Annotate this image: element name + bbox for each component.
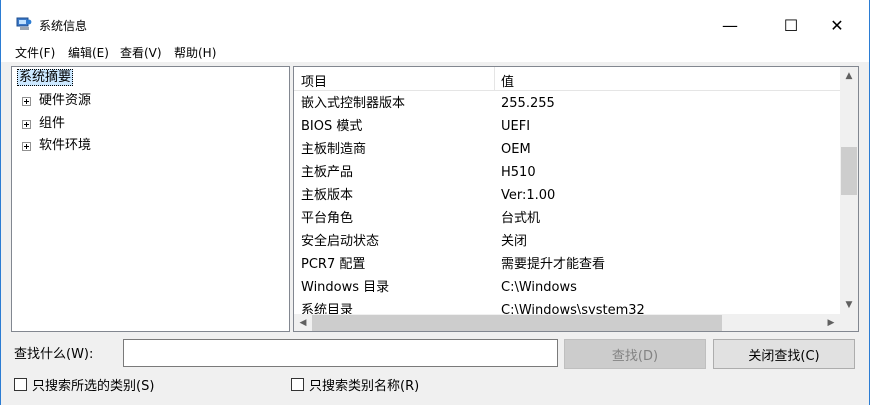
vertical-scroll-thumb[interactable]: [841, 147, 857, 195]
row-value: UEFI: [501, 119, 531, 134]
expand-icon[interactable]: [22, 97, 31, 106]
menu-file[interactable]: 文件(F): [15, 44, 55, 61]
search-selected-category-checkbox[interactable]: 只搜索所选的类别(S): [14, 375, 154, 394]
checkbox-label: 只搜索类别名称(R): [309, 379, 420, 394]
row-value: OEM: [501, 142, 531, 157]
tree-item-label: 软件环境: [39, 138, 92, 153]
find-input[interactable]: [123, 339, 558, 367]
table-row[interactable]: 主板制造商 OEM: [294, 138, 840, 161]
title-bar[interactable]: 系统信息 — ☐ ✕: [1, 0, 869, 40]
find-button[interactable]: 查找(D): [564, 339, 706, 369]
row-value: Ver:1.00: [501, 188, 556, 203]
vertical-scrollbar[interactable]: ▲ ▼: [840, 67, 858, 314]
row-item: PCR7 配置: [301, 257, 366, 272]
menu-help[interactable]: 帮助(H): [174, 44, 216, 61]
list-header: 项目 值: [294, 67, 840, 91]
minimize-icon: —: [722, 15, 738, 35]
row-item: BIOS 模式: [301, 119, 363, 134]
tree-item-label: 组件: [39, 116, 66, 131]
system-info-window: 系统信息 — ☐ ✕ 文件(F) 编辑(E) 查看(V) 帮助(H) 系统摘要 …: [0, 0, 870, 405]
checkbox-box[interactable]: [291, 378, 304, 391]
table-row[interactable]: Windows 目录 C:\Windows: [294, 276, 840, 299]
scrollbar-corner: [840, 314, 858, 331]
close-icon: ✕: [830, 15, 844, 35]
row-value: H510: [501, 165, 536, 180]
horizontal-scrollbar[interactable]: ◀ ▶: [294, 314, 840, 331]
row-value: 关闭: [501, 234, 528, 249]
tree-item-label: 硬件资源: [39, 93, 92, 108]
find-label: 查找什么(W):: [14, 347, 94, 362]
search-category-names-checkbox[interactable]: 只搜索类别名称(R): [291, 375, 419, 394]
row-value: 255.255: [501, 96, 555, 111]
table-row[interactable]: BIOS 模式 UEFI: [294, 115, 840, 138]
checkbox-box[interactable]: [14, 378, 27, 391]
maximize-icon: ☐: [783, 15, 799, 35]
tree-item-system-summary[interactable]: 系统摘要: [17, 68, 74, 88]
system-info-icon: [16, 17, 32, 30]
column-header-value[interactable]: 值: [501, 71, 514, 90]
checkbox-label: 只搜索所选的类别(S): [32, 379, 155, 394]
tree-item-label: 系统摘要: [17, 69, 74, 86]
maximize-button[interactable]: ☐: [768, 10, 814, 40]
row-item: 主板版本: [301, 188, 354, 203]
table-row[interactable]: 主板产品 H510: [294, 161, 840, 184]
scroll-right-icon[interactable]: ▶: [822, 314, 840, 331]
horizontal-scroll-thumb[interactable]: [312, 315, 722, 331]
expand-icon[interactable]: [22, 120, 31, 129]
expand-icon[interactable]: [22, 142, 31, 151]
window-title: 系统信息: [39, 19, 88, 33]
tree-item-components[interactable]: 组件: [12, 114, 212, 134]
tree-item-hardware[interactable]: 硬件资源: [12, 91, 212, 111]
table-row[interactable]: 平台角色 台式机: [294, 207, 840, 230]
scroll-down-icon[interactable]: ▼: [840, 296, 858, 314]
row-item: 安全启动状态: [301, 234, 380, 249]
row-item: 主板产品: [301, 165, 354, 180]
row-item: 嵌入式控制器版本: [301, 96, 406, 111]
scroll-up-icon[interactable]: ▲: [840, 67, 858, 85]
row-value: 需要提升才能查看: [501, 257, 606, 272]
table-row[interactable]: PCR7 配置 需要提升才能查看: [294, 253, 840, 276]
close-button[interactable]: ✕: [814, 10, 860, 40]
row-value: C:\Windows: [501, 280, 577, 295]
table-row[interactable]: 安全启动状态 关闭: [294, 230, 840, 253]
column-divider[interactable]: [494, 67, 495, 91]
details-list[interactable]: 项目 值 嵌入式控制器版本 255.255 BIOS 模式 UEFI 主板制造商 OE…: [293, 66, 859, 332]
row-value: 台式机: [501, 211, 541, 226]
table-row[interactable]: 主板版本 Ver:1.00: [294, 184, 840, 207]
row-item: Windows 目录: [301, 280, 390, 295]
minimize-button[interactable]: —: [707, 10, 753, 40]
category-tree[interactable]: 系统摘要 硬件资源 组件 软件环境: [11, 66, 290, 332]
menu-edit[interactable]: 编辑(E): [68, 44, 109, 61]
row-item: 平台角色: [301, 211, 354, 226]
column-header-item[interactable]: 项目: [301, 71, 327, 90]
row-item: 主板制造商: [301, 142, 367, 157]
menu-bar: 文件(F) 编辑(E) 查看(V) 帮助(H): [1, 40, 869, 62]
tree-item-software[interactable]: 软件环境: [12, 136, 212, 156]
table-row[interactable]: 嵌入式控制器版本 255.255: [294, 92, 840, 115]
close-find-button[interactable]: 关闭查找(C): [713, 339, 855, 369]
menu-view[interactable]: 查看(V): [120, 44, 162, 61]
scroll-left-icon[interactable]: ◀: [294, 314, 312, 331]
